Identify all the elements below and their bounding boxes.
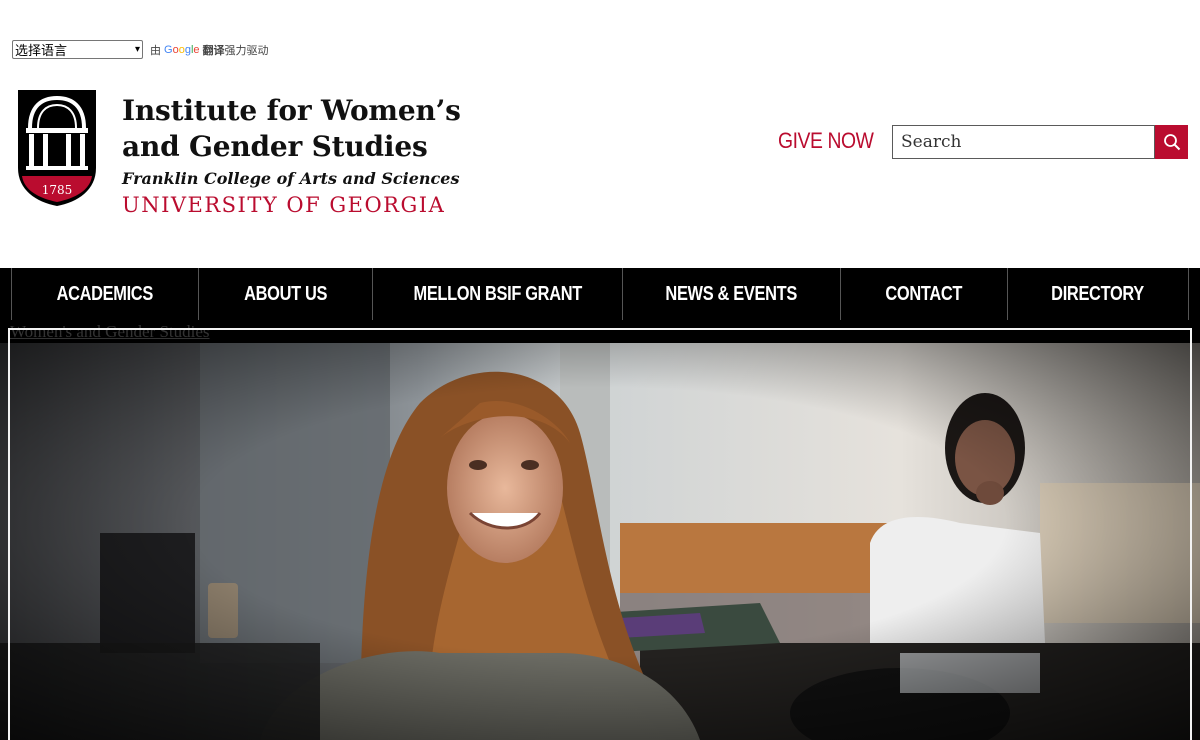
breadcrumb[interactable]: Women's and Gender Studies [10,322,210,342]
university-name: UNIVERSITY OF GEORGIA [122,193,446,217]
google-translate-attribution: 由 Google 翻译 强力驱动 [150,42,269,58]
search-form: Search [892,125,1188,159]
site-title-line1: Institute for Women’s [122,94,461,127]
powered-prefix: 由 [150,43,161,57]
search-icon [1163,134,1180,151]
search-input[interactable]: Search [892,125,1155,159]
translate-word: 翻译 [202,43,225,57]
give-now-link[interactable]: GIVE NOW [778,128,874,154]
nav-item-contact[interactable]: CONTACT [840,268,1007,320]
powered-suffix: 强力驱动 [224,43,269,57]
nav-item-academics[interactable]: ACADEMICS [11,268,198,320]
site-logo-text[interactable]: Institute for Women’s and Gender Studies… [122,93,461,217]
language-select[interactable]: 选择语言 ▾ [12,40,143,59]
site-title-line2: and Gender Studies [122,130,428,163]
nav-item-directory[interactable]: DIRECTORY [1007,268,1189,320]
college-name: Franklin College of Arts and Sciences [122,169,460,188]
nav-item-news-events[interactable]: NEWS & EVENTS [622,268,840,320]
google-logo[interactable]: Google [164,44,200,56]
nav-item-mellon-bsif-grant[interactable]: MELLON BSIF GRANT [372,268,622,320]
translate-bar: 选择语言 ▾ 由 Google 翻译 强力驱动 [12,40,269,59]
nav-item-about-us[interactable]: ABOUT US [198,268,372,320]
language-select-value: 选择语言 [15,44,68,59]
arch-year: 1785 [42,183,73,197]
chevron-down-icon: ▾ [134,44,140,55]
hero-image [0,343,1200,740]
search-button[interactable] [1155,125,1188,159]
uga-arch-logo-icon[interactable]: 1785 [18,90,96,206]
